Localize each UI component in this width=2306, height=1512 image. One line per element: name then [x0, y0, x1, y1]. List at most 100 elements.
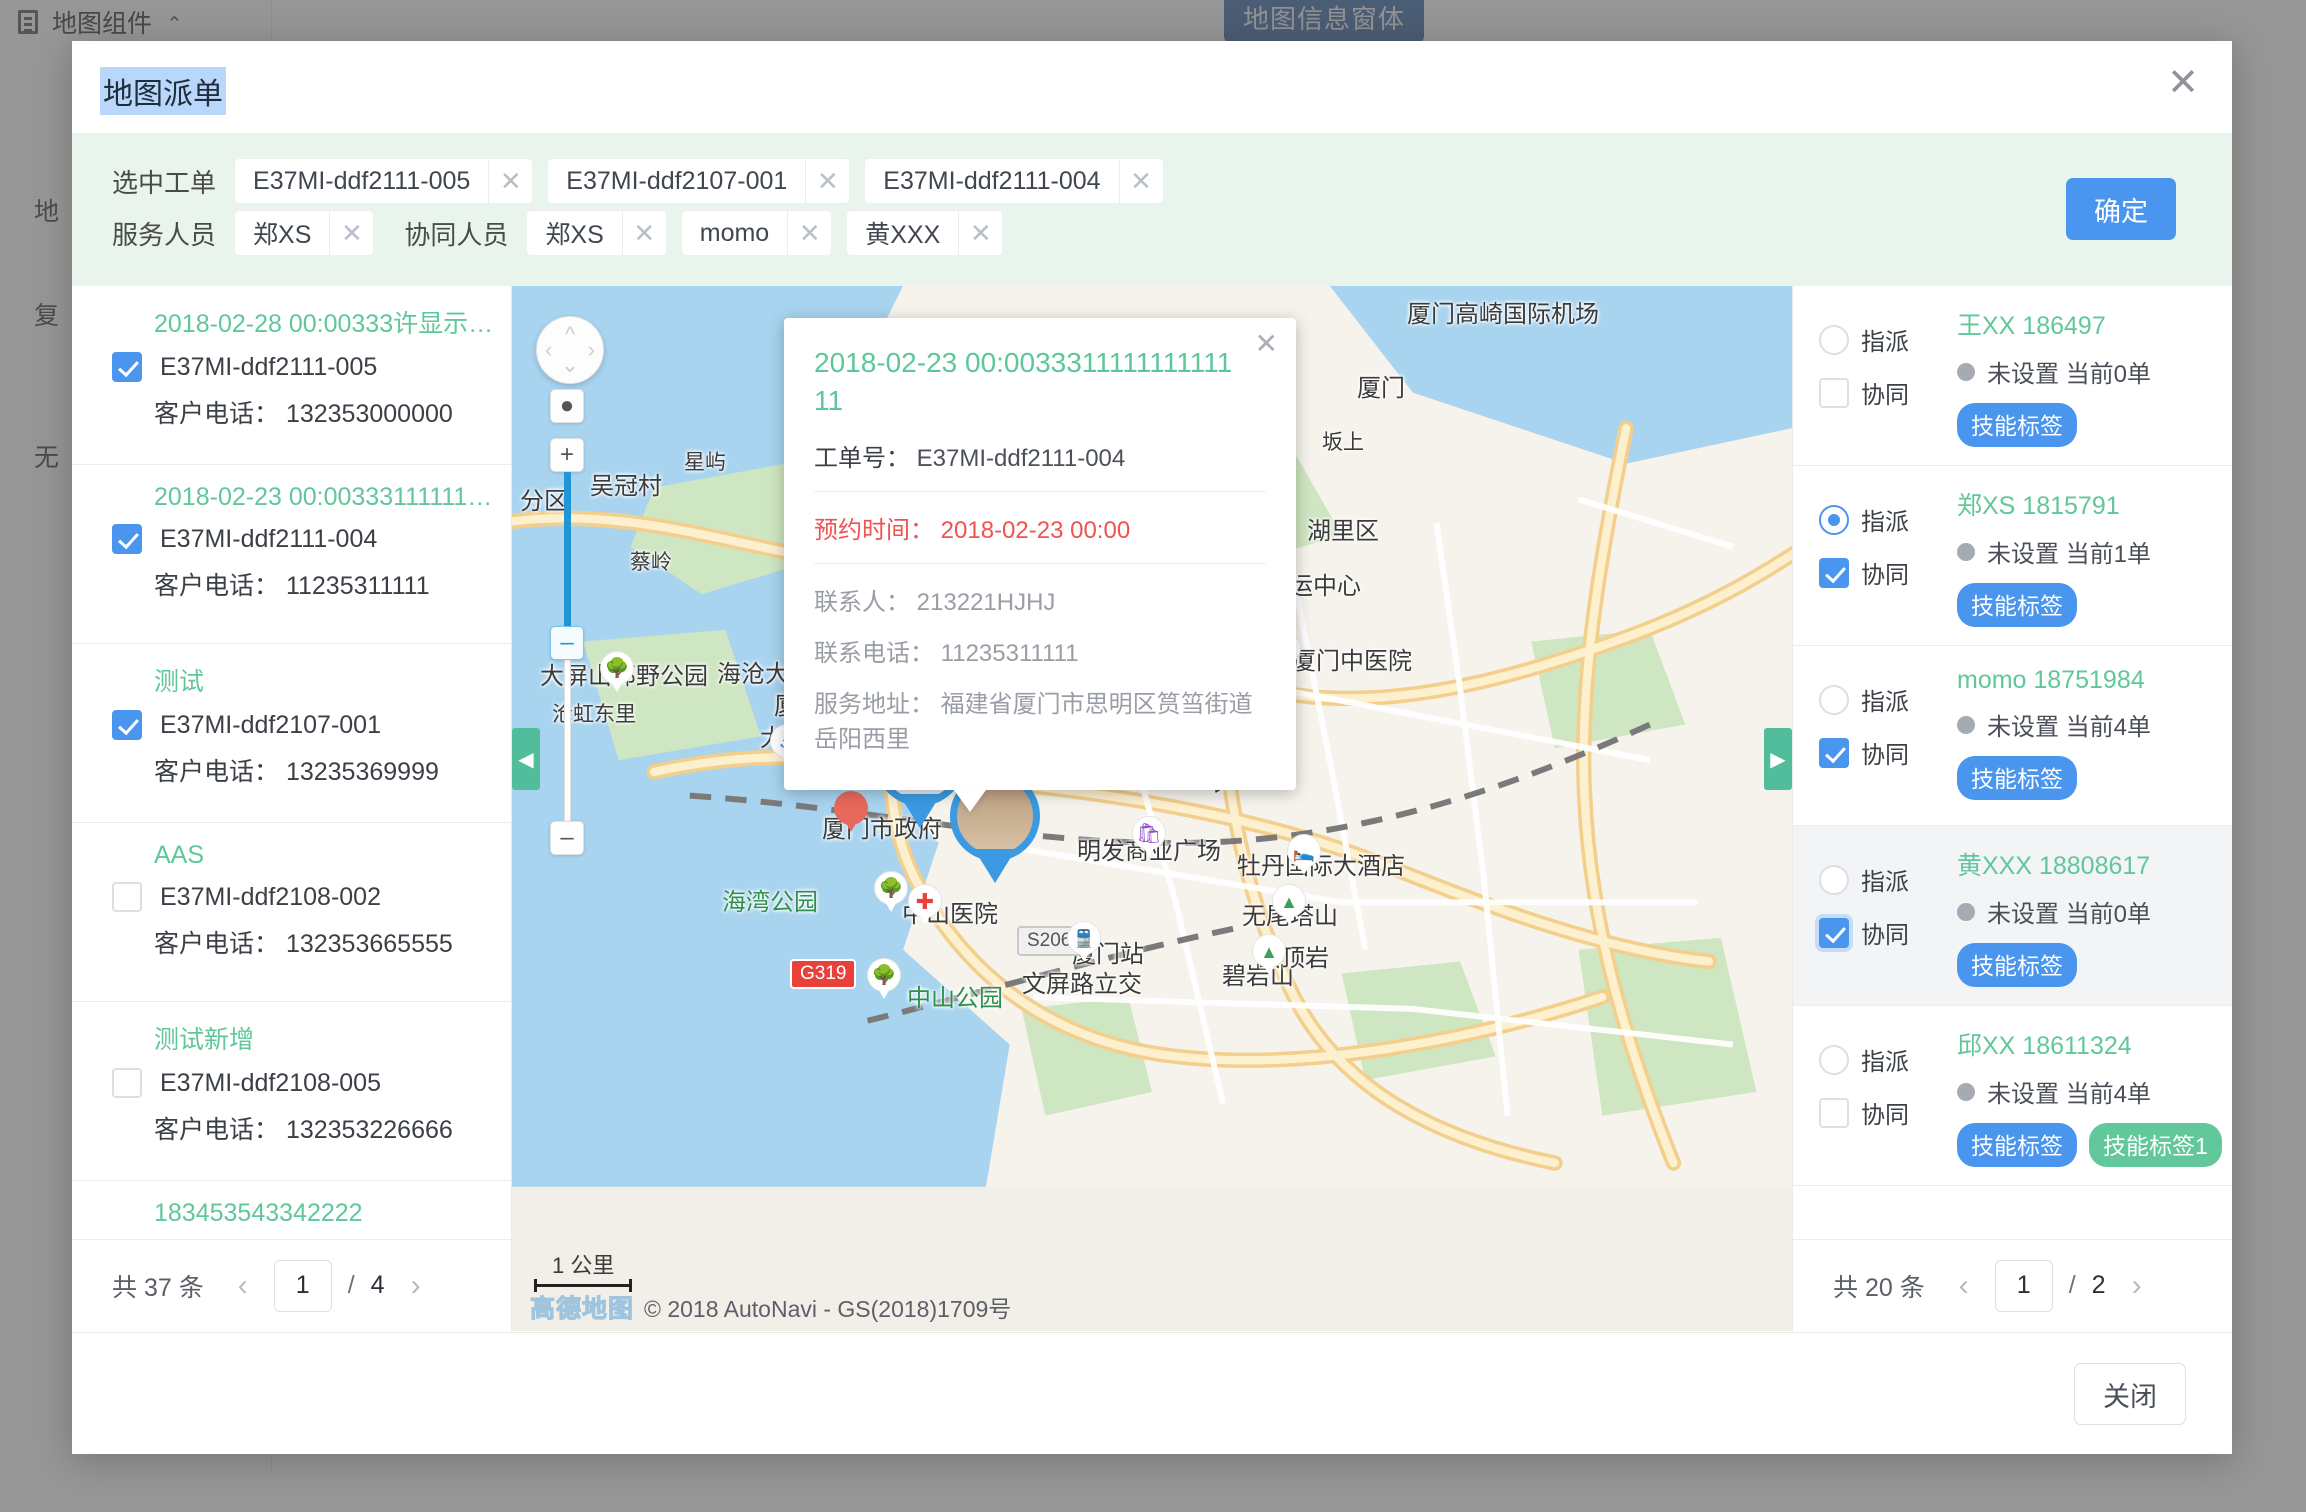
close-icon[interactable]: ✕	[1119, 159, 1163, 203]
info-order-no-value: E37MI-ddf2111-004	[917, 445, 1126, 472]
cooperate-checkbox[interactable]	[1819, 1098, 1849, 1128]
cooperate-checkbox[interactable]	[1819, 378, 1849, 408]
personnel-controls: 指派协同	[1819, 484, 1937, 608]
skill-tag[interactable]: 技能标签	[1957, 403, 2077, 447]
order-list-item[interactable]: 2018-02-28 00:00333许显示…E37MI-ddf2111-005…	[72, 286, 511, 465]
order-tag[interactable]: E37MI-ddf2111-005 ✕	[234, 158, 533, 204]
service-person-label: 郑XS	[235, 211, 329, 255]
assign-radio[interactable]	[1819, 505, 1849, 535]
cooperate-person-tag[interactable]: 郑XS ✕	[526, 210, 666, 256]
status-dot-icon	[1957, 903, 1975, 921]
chevron-right-icon[interactable]: ›	[401, 1269, 431, 1303]
close-icon[interactable]: ✕	[2160, 63, 2206, 109]
cooperate-checkbox[interactable]	[1819, 918, 1849, 948]
personnel-row: 服务人员 郑XS ✕ 协同人员 郑XS ✕ momo ✕ 黄XXX ✕	[72, 207, 2232, 259]
order-checkbox[interactable]	[112, 352, 142, 382]
chevron-down-icon[interactable]: ⌄	[561, 354, 579, 376]
order-tag[interactable]: E37MI-ddf2107-001 ✕	[547, 158, 850, 204]
order-title: 2018-02-28 00:00333许显示…	[154, 304, 494, 340]
close-icon[interactable]: ✕	[1255, 330, 1278, 358]
order-page-input[interactable]: 1	[274, 1260, 332, 1312]
close-button[interactable]: 关闭	[2074, 1363, 2186, 1425]
close-icon[interactable]: ✕	[488, 159, 532, 203]
dialog-header: 地图派单 ✕	[72, 41, 2232, 133]
personnel-info: 郑XS 1815791未设置 当前1单技能标签	[1937, 484, 2151, 627]
assign-radio[interactable]	[1819, 325, 1849, 355]
skill-tag[interactable]: 技能标签	[1957, 756, 2077, 800]
info-appointment-label: 预约时间：	[814, 517, 934, 544]
close-icon[interactable]: ✕	[805, 159, 849, 203]
skill-tag[interactable]: 技能标签	[1957, 1123, 2077, 1167]
map-dispatch-dialog: 地图派单 ✕ 选中工单 E37MI-ddf2111-005 ✕ E37MI-dd…	[72, 41, 2232, 1454]
personnel-list-item[interactable]: 指派协同黄XXX 18808617未设置 当前0单技能标签	[1793, 826, 2232, 1006]
personnel-status: 未设置 当前0单	[1957, 354, 2151, 389]
assign-radio[interactable]	[1819, 1045, 1849, 1075]
personnel-list[interactable]: 指派协同王XX 186497未设置 当前0单技能标签指派协同郑XS 181579…	[1793, 286, 2232, 1239]
map-view[interactable]: 厦门高崎国际机场厦门崎立交坂上湖里区星屿吴冠村分区蔡岭枋湖客运中心大屏山郊野公园…	[512, 286, 1792, 1331]
order-list-item[interactable]: AASE37MI-ddf2108-002客户电话： 132353665555	[72, 823, 511, 1002]
order-customer-phone: 客户电话： 132353000000	[154, 394, 511, 430]
close-icon[interactable]: ✕	[622, 211, 666, 255]
status-dot-icon	[1957, 1083, 1975, 1101]
selected-orders-label: 选中工单	[112, 163, 216, 200]
personnel-status-text: 未设置 当前4单	[1987, 1074, 2151, 1109]
zoom-in-button[interactable]: +	[550, 438, 584, 472]
info-phone-row: 联系电话： 11235311111	[814, 625, 1266, 676]
collapse-right-panel-button[interactable]: ▶	[1764, 728, 1792, 790]
order-list-pagination: 共 37 条 ‹ 1 / 4 ›	[72, 1239, 511, 1331]
order-list-item[interactable]: 测试E37MI-ddf2107-001客户电话： 13235369999	[72, 644, 511, 823]
locate-icon[interactable]: ●	[550, 389, 584, 423]
order-list[interactable]: 2018-02-28 00:00333许显示…E37MI-ddf2111-005…	[72, 286, 511, 1239]
cooperate-person-label: 郑XS	[527, 211, 621, 255]
skill-tag[interactable]: 技能标签1	[2089, 1123, 2222, 1167]
chevron-left-icon[interactable]: ‹	[228, 1269, 258, 1303]
personnel-list-item[interactable]: 指派协同郑XS 1815791未设置 当前1单技能标签	[1793, 466, 2232, 646]
personnel-name: 王XX 186497	[1957, 306, 2151, 342]
status-dot-icon	[1957, 363, 1975, 381]
skill-tag[interactable]: 技能标签	[1957, 583, 2077, 627]
cooperate-person-tag[interactable]: momo ✕	[681, 210, 832, 256]
skill-tag[interactable]: 技能标签	[1957, 943, 2077, 987]
assign-radio[interactable]	[1819, 685, 1849, 715]
zoom-slider-handle[interactable]: –	[550, 626, 584, 660]
order-tag[interactable]: E37MI-ddf2111-004 ✕	[864, 158, 1163, 204]
close-icon[interactable]: ✕	[787, 211, 831, 255]
service-person-tag[interactable]: 郑XS ✕	[234, 210, 374, 256]
cooperate-label: 协同	[1861, 555, 1909, 590]
chevron-right-icon[interactable]: ›	[2122, 1269, 2152, 1303]
order-list-item[interactable]: 测试新增E37MI-ddf2108-005客户电话： 132353226666	[72, 1002, 511, 1181]
page-separator: /	[348, 1271, 355, 1300]
order-list-item[interactable]: 183453543342222	[72, 1181, 511, 1239]
map-scale-line	[534, 1284, 632, 1287]
close-icon[interactable]: ✕	[958, 211, 1002, 255]
order-checkbox[interactable]	[112, 882, 142, 912]
close-icon[interactable]: ✕	[329, 211, 373, 255]
cooperate-checkbox[interactable]	[1819, 738, 1849, 768]
chevron-left-icon[interactable]: ‹	[1949, 1269, 1979, 1303]
map-scale-label: 1 公里	[534, 1248, 632, 1280]
info-phone-value: 11235311111	[941, 640, 1079, 667]
page-separator: /	[2069, 1271, 2076, 1300]
personnel-name: 黄XXX 18808617	[1957, 846, 2151, 882]
order-list-item[interactable]: 2018-02-23 00:00333111111…E37MI-ddf2111-…	[72, 465, 511, 644]
chevron-right-icon[interactable]: ›	[588, 339, 595, 361]
personnel-status-text: 未设置 当前4单	[1987, 707, 2151, 742]
personnel-page-input[interactable]: 1	[1995, 1260, 2053, 1312]
chevron-left-icon[interactable]: ‹	[545, 339, 552, 361]
personnel-list-item[interactable]: 指派协同momo 18751984未设置 当前4单技能标签	[1793, 646, 2232, 826]
order-checkbox[interactable]	[112, 710, 142, 740]
zoom-out-button[interactable]: –	[550, 821, 584, 855]
collapse-left-panel-button[interactable]: ◀	[512, 728, 540, 790]
assign-label: 指派	[1861, 682, 1909, 717]
cooperate-checkbox[interactable]	[1819, 558, 1849, 588]
pan-control-icon[interactable]: ^ ⌄ ‹ ›	[536, 316, 604, 384]
confirm-button[interactable]: 确定	[2066, 178, 2176, 240]
order-checkbox[interactable]	[112, 1068, 142, 1098]
order-checkbox[interactable]	[112, 524, 142, 554]
chevron-up-icon[interactable]: ^	[565, 324, 575, 346]
assign-radio[interactable]	[1819, 865, 1849, 895]
personnel-list-item[interactable]: 指派协同王XX 186497未设置 当前0单技能标签	[1793, 286, 2232, 466]
cooperate-person-tag[interactable]: 黄XXX ✕	[846, 210, 1003, 256]
cooperate-person-label: momo	[682, 211, 787, 255]
personnel-list-item[interactable]: 指派协同邱XX 18611324未设置 当前4单技能标签技能标签1	[1793, 1006, 2232, 1186]
